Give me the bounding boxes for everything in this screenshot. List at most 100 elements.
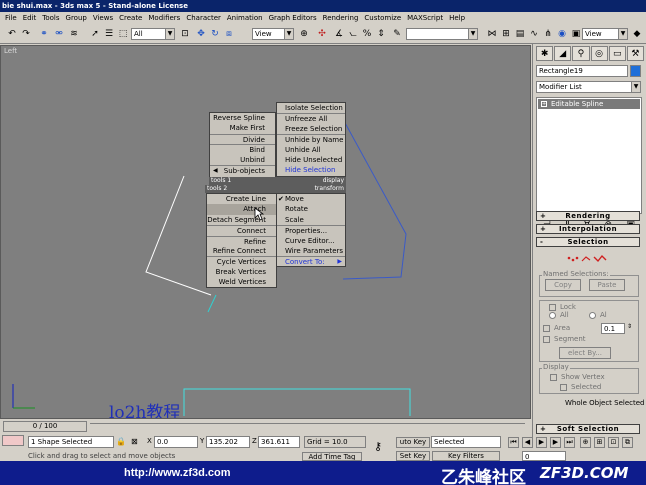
quad-connect[interactable]: Connect <box>207 225 276 235</box>
select-and-rotate-icon[interactable]: ↻ <box>209 27 221 40</box>
quad-unhide-all[interactable]: Unhide All <box>277 145 345 155</box>
quad-properties[interactable]: Properties... <box>277 225 345 235</box>
play-icon[interactable]: ▶ <box>536 437 547 448</box>
rollout-rendering[interactable]: + Rendering <box>536 211 640 221</box>
zoom-extents-all-icon[interactable]: ⧉ <box>622 437 633 448</box>
stack-item-editable-spline[interactable]: + Editable Spline <box>538 99 640 109</box>
segment-end-checkbox[interactable] <box>543 336 550 343</box>
menu-modifiers[interactable]: Modifiers <box>145 12 183 24</box>
time-slider[interactable]: 0 / 100 <box>3 421 87 432</box>
quad-create-line[interactable]: Create Line <box>207 194 276 204</box>
select-by-name-icon[interactable]: ☰ <box>103 27 115 40</box>
area-selection-checkbox[interactable] <box>543 325 550 332</box>
mirror-icon[interactable]: ⋈ <box>486 27 498 40</box>
align-icon[interactable]: ⊞ <box>500 27 512 40</box>
rollout-soft-selection[interactable]: + Soft Selection <box>536 424 640 434</box>
utilities-tab-icon[interactable]: ⚒ <box>626 46 645 61</box>
key-filters-button[interactable]: Key Filters <box>432 451 500 461</box>
quad-make-first[interactable]: Make First <box>210 123 275 133</box>
paste-button[interactable]: Paste <box>589 279 625 291</box>
x-coordinate-field[interactable]: 0.0 <box>154 436 198 448</box>
hierarchy-tab-icon[interactable]: ⚲ <box>572 46 590 61</box>
rectangular-selection-icon[interactable]: ⬚ <box>117 27 129 40</box>
select-and-link-icon[interactable]: ⚭ <box>38 27 50 40</box>
render-scene-icon[interactable]: ▣ <box>570 27 582 40</box>
menu-graph-editors[interactable]: Graph Editors <box>266 12 320 24</box>
quad-freeze-selection[interactable]: Freeze Selection <box>277 124 345 134</box>
menu-maxscript[interactable]: MAXScript <box>404 12 446 24</box>
menu-edit[interactable]: Edit <box>20 12 40 24</box>
menu-create[interactable]: Create <box>116 12 145 24</box>
rollout-interpolation[interactable]: + Interpolation <box>536 224 640 234</box>
quad-break-vertices[interactable]: Break Vertices <box>207 267 276 277</box>
area-selection-value[interactable]: 0.1 <box>601 323 625 334</box>
layer-manager-icon[interactable]: ▤ <box>514 27 526 40</box>
quad-refine[interactable]: Refine <box>207 235 276 246</box>
select-object-icon[interactable]: ➚ <box>89 27 101 40</box>
menu-group[interactable]: Group <box>63 12 90 24</box>
zoom-icon[interactable]: ⊕ <box>580 437 591 448</box>
menu-views[interactable]: Views <box>90 12 116 24</box>
menu-rendering[interactable]: Rendering <box>320 12 362 24</box>
material-editor-icon[interactable]: ◉ <box>556 27 568 40</box>
pivot-center-icon[interactable]: ⊕ <box>298 27 310 40</box>
menu-file[interactable]: File <box>2 12 20 24</box>
auto-key-button[interactable]: uto Key <box>396 437 430 448</box>
quad-unbind[interactable]: Unbind <box>210 155 275 165</box>
go-to-start-icon[interactable]: ⏮ <box>508 437 519 448</box>
menu-customize[interactable]: Customize <box>361 12 404 24</box>
render-type-dropdown[interactable]: View ▼ <box>582 28 628 40</box>
quad-unhide-by-name[interactable]: Unhide by Name <box>277 134 345 144</box>
quad-cycle-vertices[interactable]: Cycle Vertices <box>207 256 276 266</box>
all-radio[interactable] <box>589 312 596 319</box>
curve-editor-icon[interactable]: ∿ <box>528 27 540 40</box>
zoom-all-icon[interactable]: ⊞ <box>594 437 605 448</box>
lock-handles-checkbox[interactable] <box>549 304 556 311</box>
rollout-selection[interactable]: - Selection <box>536 237 640 247</box>
y-coordinate-field[interactable]: 135.202 <box>206 436 250 448</box>
modifier-stack[interactable]: + Editable Spline <box>536 97 642 214</box>
quad-move[interactable]: Move <box>277 194 345 205</box>
absolute-transform-icon[interactable]: ⊠ <box>131 437 138 446</box>
display-tab-icon[interactable]: ▭ <box>608 46 626 61</box>
selected-only-checkbox[interactable] <box>560 384 567 391</box>
window-crossing-icon[interactable]: ⊡ <box>179 27 191 40</box>
quad-rotate[interactable]: Rotate <box>277 204 345 214</box>
bind-space-warp-icon[interactable]: ≋ <box>68 27 80 40</box>
quad-bind[interactable]: Bind <box>210 144 275 154</box>
zoom-extents-icon[interactable]: ⊡ <box>608 437 619 448</box>
quad-curve-editor[interactable]: Curve Editor... <box>277 236 345 246</box>
selection-filter-dropdown[interactable]: All ▼ <box>131 28 175 40</box>
quad-hide-selection[interactable]: Hide Selection <box>277 165 345 175</box>
quad-isolate-selection[interactable]: Isolate Selection <box>277 103 345 113</box>
schematic-view-icon[interactable]: ⋔ <box>542 27 554 40</box>
key-icon[interactable]: ⚷ <box>374 440 382 453</box>
z-coordinate-field[interactable]: 361.611 <box>258 436 300 448</box>
add-time-tag-button[interactable]: Add Time Tag <box>302 452 362 461</box>
angle-snap-icon[interactable]: ⦦ <box>347 27 359 40</box>
unlink-selection-icon[interactable]: ⚮ <box>53 27 65 40</box>
quad-unfreeze-all[interactable]: Unfreeze All <box>277 113 345 123</box>
quad-detach-segment[interactable]: Detach Segment <box>207 215 276 225</box>
previous-frame-icon[interactable]: ◀ <box>522 437 533 448</box>
menu-animation[interactable]: Animation <box>224 12 266 24</box>
alike-radio[interactable] <box>549 312 556 319</box>
snap-toggle-icon[interactable]: ∡ <box>333 27 345 40</box>
quick-render-icon[interactable]: ◆ <box>631 27 643 40</box>
quad-hide-unselected[interactable]: Hide Unselected <box>277 155 345 165</box>
show-vertex-numbers-checkbox[interactable] <box>550 374 557 381</box>
quad-attach[interactable]: Attach <box>207 204 276 215</box>
modify-tab-icon[interactable]: ◢ <box>554 46 572 61</box>
go-to-end-icon[interactable]: ⏭ <box>564 437 575 448</box>
modifier-list-dropdown[interactable]: Modifier List ▼ <box>536 81 641 93</box>
key-mode-dropdown[interactable]: Selected <box>431 436 501 448</box>
track-bar[interactable] <box>90 423 525 431</box>
redo-icon[interactable]: ↷ <box>20 27 32 40</box>
select-and-move-icon[interactable]: ✥ <box>195 27 207 40</box>
select-and-scale-icon[interactable]: ⧈ <box>223 27 235 40</box>
quad-convert-to[interactable]: Convert To: ▶ <box>277 256 345 266</box>
create-tab-icon[interactable]: ✱ <box>536 46 554 61</box>
set-key-button[interactable]: Set Key <box>396 451 430 461</box>
percent-snap-icon[interactable]: % <box>361 27 373 40</box>
selection-lock-icon[interactable]: 🔒 <box>116 437 126 446</box>
